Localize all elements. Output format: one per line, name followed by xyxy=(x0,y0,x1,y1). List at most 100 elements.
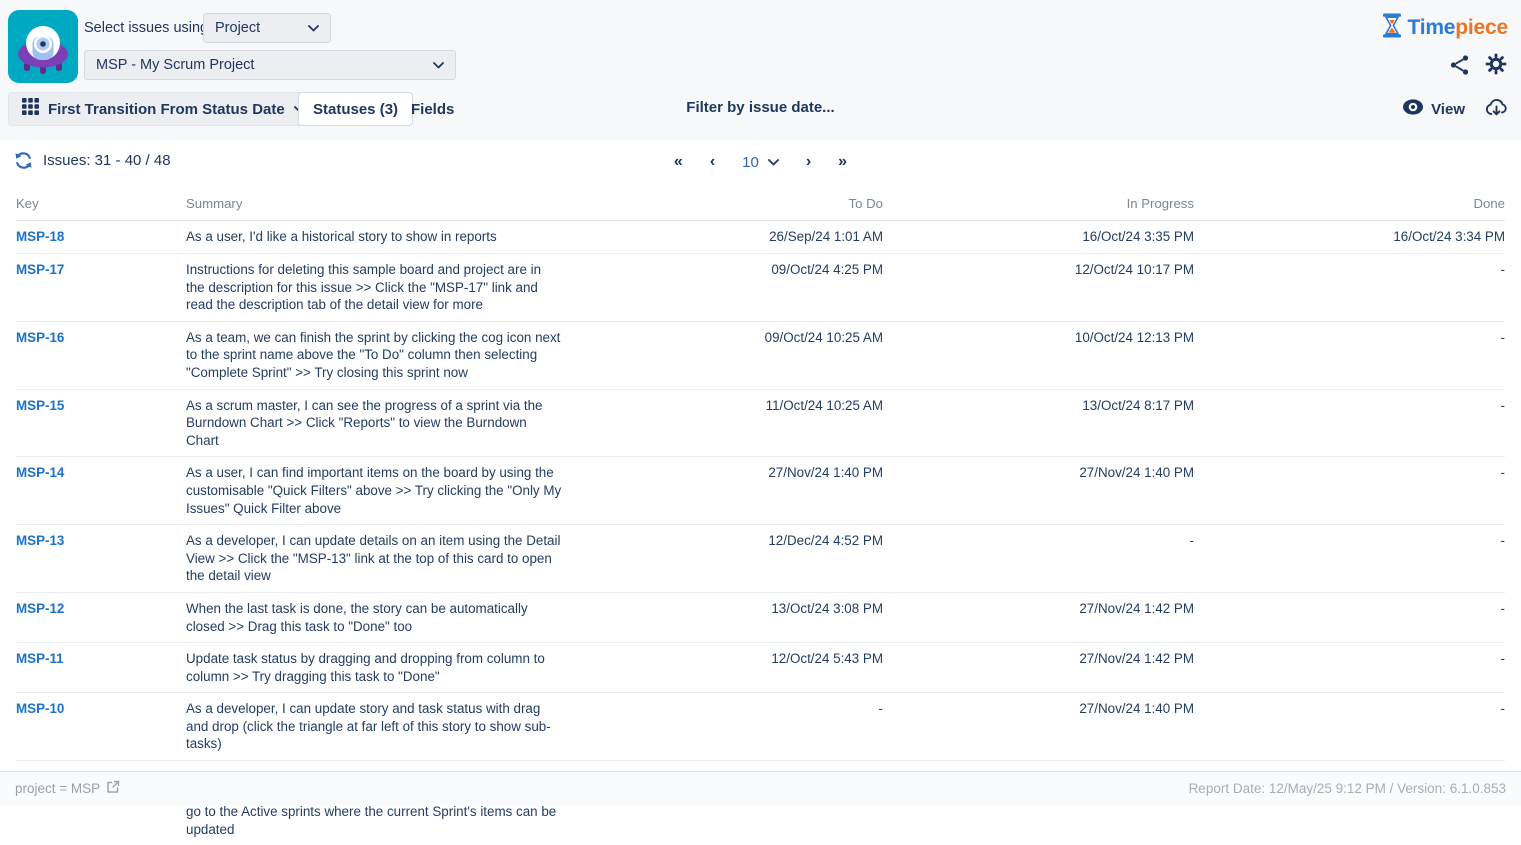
in-progress-date: 10/Oct/24 12:13 PM xyxy=(883,329,1194,347)
header: Select issues using Project MSP - My Scr… xyxy=(0,0,1521,140)
prev-page-button[interactable]: ‹ xyxy=(710,154,715,170)
brand-piece: piece xyxy=(1455,16,1508,39)
in-progress-date: 16/Oct/24 3:35 PM xyxy=(883,228,1194,246)
done-date: 16/Oct/24 3:34 PM xyxy=(1194,228,1505,246)
done-date: - xyxy=(1194,700,1505,718)
issue-key-link[interactable]: MSP-14 xyxy=(16,465,64,480)
share-icon xyxy=(1449,64,1470,79)
column-header-summary: Summary xyxy=(186,196,586,211)
issue-summary: As a developer, I can update details on … xyxy=(186,532,586,585)
select-mode-value: Project xyxy=(215,20,260,36)
table-row: MSP-13 As a developer, I can update deta… xyxy=(16,525,1505,593)
pagination: « ‹ 10 › » xyxy=(0,151,1521,173)
todo-date: 12/Dec/24 4:52 PM xyxy=(586,532,883,550)
chevron-down-icon xyxy=(768,153,779,171)
brand-name: Timepiece xyxy=(1407,16,1508,40)
report-info: Report Date: 12/May/25 9:12 PM / Version… xyxy=(1189,781,1506,796)
column-type-label: First Transition From Status Date xyxy=(48,101,285,118)
todo-date: - xyxy=(586,700,883,718)
issue-key-link[interactable]: MSP-17 xyxy=(16,262,64,277)
table-row: MSP-15 As a scrum master, I can see the … xyxy=(16,390,1505,458)
table-row: MSP-18 As a user, I'd like a historical … xyxy=(16,221,1505,254)
done-date: - xyxy=(1194,532,1505,550)
settings-button[interactable] xyxy=(1484,52,1508,76)
in-progress-date: - xyxy=(883,532,1194,550)
view-label: View xyxy=(1431,101,1465,118)
chevron-down-icon xyxy=(433,56,444,74)
in-progress-date: 27/Nov/24 1:42 PM xyxy=(883,650,1194,668)
issue-summary: Update task status by dragging and dropp… xyxy=(186,650,586,685)
in-progress-date: 27/Nov/24 1:40 PM xyxy=(883,700,1194,718)
issue-key-link[interactable]: MSP-11 xyxy=(16,651,64,666)
done-date: - xyxy=(1194,329,1505,347)
done-date: - xyxy=(1194,397,1505,415)
app-logo-icon xyxy=(8,10,78,83)
issue-key-link[interactable]: MSP-13 xyxy=(16,533,64,548)
table-row: MSP-14 As a user, I can find important i… xyxy=(16,457,1505,525)
next-page-button[interactable]: › xyxy=(806,154,811,170)
view-button[interactable]: View xyxy=(1402,98,1465,121)
done-date: - xyxy=(1194,464,1505,482)
eye-icon xyxy=(1402,98,1424,121)
column-header-key: Key xyxy=(16,196,186,211)
footer: project = MSP Report Date: 12/May/25 9:1… xyxy=(0,771,1521,805)
table-row: MSP-11 Update task status by dragging an… xyxy=(16,643,1505,693)
hourglass-icon xyxy=(1381,13,1403,43)
table-row: MSP-17 Instructions for deleting this sa… xyxy=(16,254,1505,322)
issue-key-link[interactable]: MSP-15 xyxy=(16,398,64,413)
issue-summary: As a user, I'd like a historical story t… xyxy=(186,228,586,246)
brand-logo: Timepiece xyxy=(1381,13,1508,43)
issue-summary: As a developer, I can update story and t… xyxy=(186,700,586,753)
select-issues-label: Select issues using xyxy=(84,20,208,36)
page-size-select[interactable]: 10 xyxy=(742,153,779,171)
table-row: MSP-16 As a team, we can finish the spri… xyxy=(16,322,1505,390)
table-row: MSP-10 As a developer, I can update stor… xyxy=(16,693,1505,761)
cloud-download-icon xyxy=(1484,106,1509,121)
gear-icon xyxy=(1484,64,1508,79)
issue-summary: As a user, I can find important items on… xyxy=(186,464,586,517)
statuses-button[interactable]: Statuses (3) xyxy=(298,92,413,126)
done-date: - xyxy=(1194,650,1505,668)
issue-summary: As a scrum master, I can see the progres… xyxy=(186,397,586,450)
in-progress-date: 27/Nov/24 1:40 PM xyxy=(883,464,1194,482)
todo-date: 09/Oct/24 4:25 PM xyxy=(586,261,883,279)
issue-key-link[interactable]: MSP-18 xyxy=(16,229,64,244)
page-size-value: 10 xyxy=(742,154,759,171)
jql-filter-link[interactable]: project = MSP xyxy=(15,780,120,797)
project-dropdown[interactable]: MSP - My Scrum Project xyxy=(84,50,456,80)
chevron-down-icon xyxy=(308,19,319,37)
todo-date: 09/Oct/24 10:25 AM xyxy=(586,329,883,347)
fields-button[interactable]: Fields xyxy=(411,92,454,126)
issue-key-link[interactable]: MSP-16 xyxy=(16,330,64,345)
todo-date: 12/Oct/24 5:43 PM xyxy=(586,650,883,668)
grid-icon xyxy=(22,98,39,120)
issue-key-link[interactable]: MSP-10 xyxy=(16,701,64,716)
issue-summary: When the last task is done, the story ca… xyxy=(186,600,586,635)
issue-summary: Instructions for deleting this sample bo… xyxy=(186,261,586,314)
table-body: MSP-18 As a user, I'd like a historical … xyxy=(16,221,1505,845)
select-mode-dropdown[interactable]: Project xyxy=(203,13,331,43)
todo-date: 13/Oct/24 3:08 PM xyxy=(586,600,883,618)
column-header-todo: To Do xyxy=(586,196,883,211)
table-row: MSP-12 When the last task is done, the s… xyxy=(16,593,1505,643)
jql-filter-text: project = MSP xyxy=(15,781,100,796)
last-page-button[interactable]: » xyxy=(838,154,847,170)
first-page-button[interactable]: « xyxy=(674,154,683,170)
project-value: MSP - My Scrum Project xyxy=(96,57,254,73)
done-date: - xyxy=(1194,600,1505,618)
in-progress-date: 27/Nov/24 1:42 PM xyxy=(883,600,1194,618)
column-header-done: Done xyxy=(1194,196,1505,211)
in-progress-date: 13/Oct/24 8:17 PM xyxy=(883,397,1194,415)
share-button[interactable] xyxy=(1449,54,1470,76)
issue-date-filter-input[interactable]: Filter by issue date... xyxy=(686,99,834,121)
export-button[interactable] xyxy=(1484,97,1509,118)
column-header-in-progress: In Progress xyxy=(883,196,1194,211)
todo-date: 26/Sep/24 1:01 AM xyxy=(586,228,883,246)
table-header-row: Key Summary To Do In Progress Done xyxy=(16,190,1505,221)
issue-summary: As a team, we can finish the sprint by c… xyxy=(186,329,586,382)
column-type-selector[interactable]: First Transition From Status Date xyxy=(8,92,319,126)
external-link-icon xyxy=(106,780,120,797)
todo-date: 11/Oct/24 10:25 AM xyxy=(586,397,883,415)
todo-date: 27/Nov/24 1:40 PM xyxy=(586,464,883,482)
issue-key-link[interactable]: MSP-12 xyxy=(16,601,64,616)
